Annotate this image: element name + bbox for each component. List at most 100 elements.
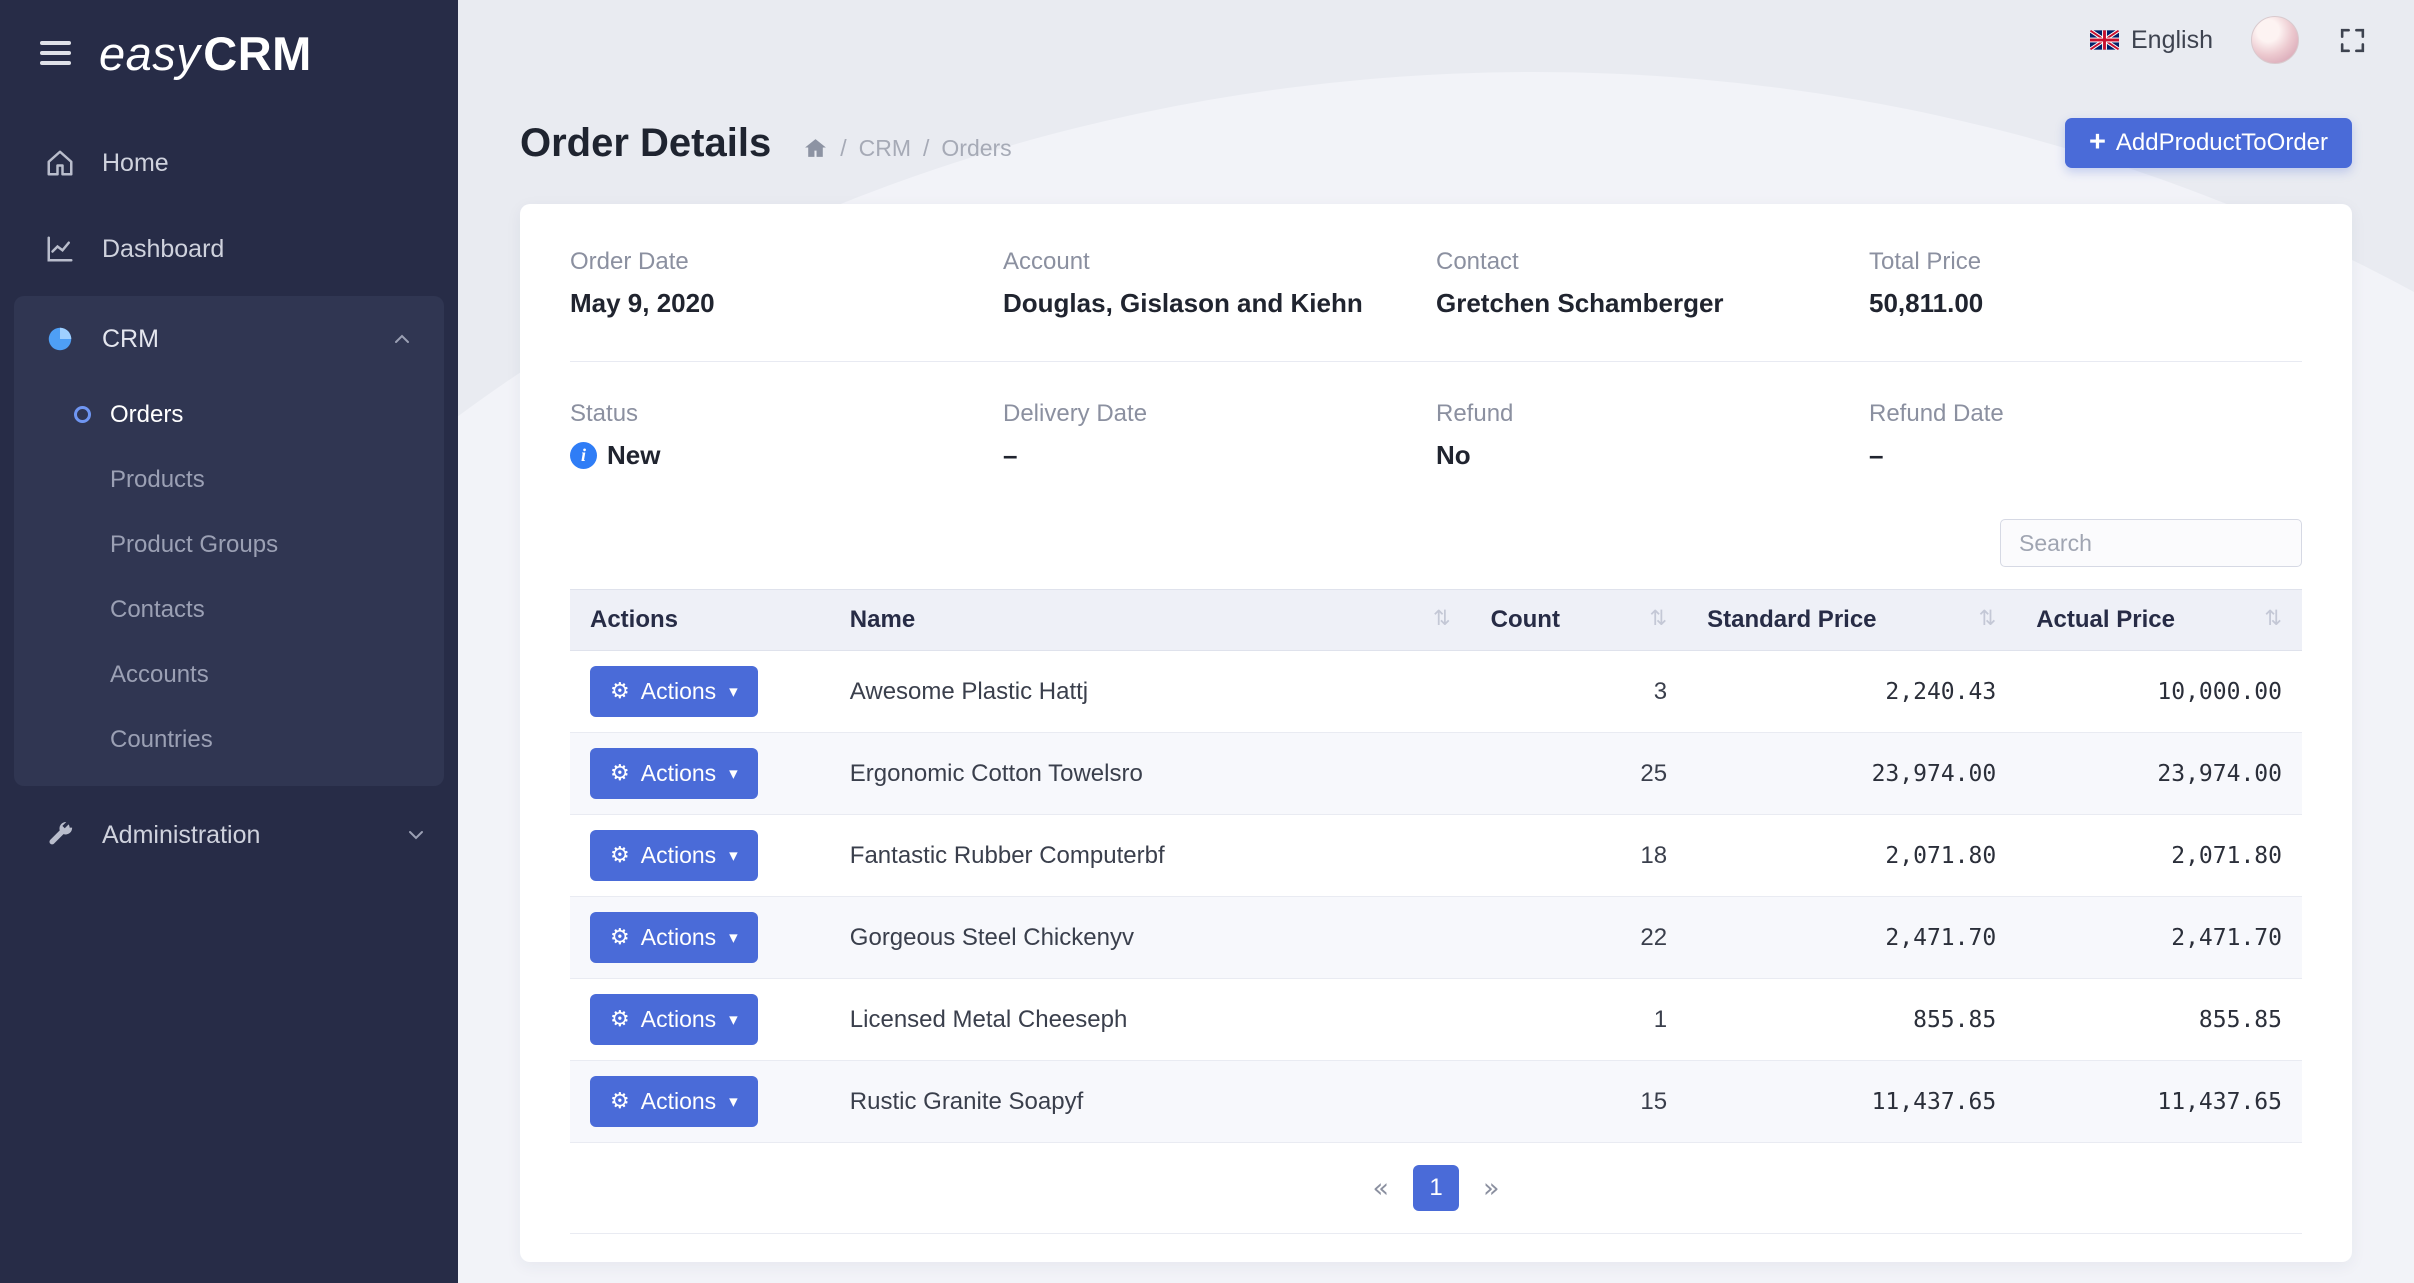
row-actions-button[interactable]: ⚙ Actions ▾ <box>590 912 758 963</box>
pagination-page-1[interactable]: 1 <box>1413 1165 1459 1211</box>
actual-price-cell: 11,437.65 <box>2016 1061 2302 1143</box>
actions-cell: ⚙ Actions ▾ <box>570 897 830 979</box>
actions-cell: ⚙ Actions ▾ <box>570 979 830 1061</box>
add-product-to-order-button[interactable]: + AddProductToOrder <box>2065 118 2352 168</box>
page-content: Order Details / CRM / Orders + AddProduc… <box>458 80 2414 1262</box>
info-icon[interactable]: i <box>570 442 597 469</box>
table-row: ⚙ Actions ▾ Awesome Plastic Hattj 3 2,24… <box>570 651 2302 733</box>
gear-icon: ⚙ <box>610 845 630 867</box>
row-actions-button[interactable]: ⚙ Actions ▾ <box>590 994 758 1045</box>
field-order-date: Order Date May 9, 2020 <box>570 248 1003 319</box>
actions-cell: ⚙ Actions ▾ <box>570 733 830 815</box>
caret-down-icon: ▾ <box>729 928 738 948</box>
plus-icon: + <box>2089 128 2106 157</box>
divider <box>570 361 2302 362</box>
header-name[interactable]: Name⇅ <box>830 590 1471 651</box>
count-cell: 15 <box>1471 1061 1688 1143</box>
count-cell: 25 <box>1471 733 1688 815</box>
header-count[interactable]: Count⇅ <box>1471 590 1688 651</box>
sidebar-item-dashboard[interactable]: Dashboard <box>0 206 458 292</box>
count-cell: 22 <box>1471 897 1688 979</box>
sidebar-item-countries[interactable]: Countries <box>14 707 444 772</box>
row-actions-button[interactable]: ⚙ Actions ▾ <box>590 748 758 799</box>
breadcrumb-orders[interactable]: Orders <box>941 135 1011 162</box>
sidebar-item-administration[interactable]: Administration <box>0 792 458 878</box>
topbar: English <box>458 0 2414 80</box>
row-actions-button[interactable]: ⚙ Actions ▾ <box>590 1076 758 1127</box>
order-info-row-1: Order Date May 9, 2020 Account Douglas, … <box>570 248 2302 319</box>
field-status: Status i New <box>570 400 1003 471</box>
caret-down-icon: ▾ <box>729 682 738 702</box>
gear-icon: ⚙ <box>610 681 630 703</box>
gear-icon: ⚙ <box>610 1091 630 1113</box>
wrench-icon <box>42 820 78 850</box>
product-name-cell: Rustic Granite Soapyf <box>830 1061 1471 1143</box>
count-cell: 1 <box>1471 979 1688 1061</box>
standard-price-cell: 855.85 <box>1687 979 2016 1061</box>
brand-logo[interactable]: easyCRM <box>99 26 312 81</box>
field-total-price: Total Price 50,811.00 <box>1869 248 2302 319</box>
home-icon <box>42 148 78 178</box>
menu-toggle-icon[interactable] <box>40 41 71 65</box>
chevron-down-icon <box>404 823 428 847</box>
language-selector[interactable]: English <box>2090 26 2213 55</box>
field-refund: Refund No <box>1436 400 1869 471</box>
breadcrumb-separator: / <box>840 135 846 162</box>
table-row: ⚙ Actions ▾ Rustic Granite Soapyf 15 11,… <box>570 1061 2302 1143</box>
standard-price-cell: 11,437.65 <box>1687 1061 2016 1143</box>
sidebar-item-accounts[interactable]: Accounts <box>14 642 444 707</box>
actions-cell: ⚙ Actions ▾ <box>570 651 830 733</box>
chevron-up-icon <box>390 327 414 351</box>
sidebar-item-products[interactable]: Products <box>14 447 444 512</box>
field-contact: Contact Gretchen Schamberger <box>1436 248 1869 319</box>
sidebar-item-product-groups[interactable]: Product Groups <box>14 512 444 577</box>
gear-icon: ⚙ <box>610 1009 630 1031</box>
search-input[interactable] <box>2000 519 2302 567</box>
table-body: ⚙ Actions ▾ Awesome Plastic Hattj 3 2,24… <box>570 651 2302 1143</box>
count-cell: 18 <box>1471 815 1688 897</box>
row-actions-button[interactable]: ⚙ Actions ▾ <box>590 830 758 881</box>
main-area: English Order Details / CRM / Orders + A… <box>458 0 2414 1283</box>
pagination: « 1 » <box>570 1143 2302 1234</box>
caret-down-icon: ▾ <box>729 1092 738 1112</box>
breadcrumb-home-icon[interactable] <box>803 136 828 161</box>
field-refund-date: Refund Date – <box>1869 400 2302 471</box>
sidebar-item-crm[interactable]: CRM <box>14 296 444 382</box>
product-name-cell: Licensed Metal Cheeseph <box>830 979 1471 1061</box>
order-details-card: Order Date May 9, 2020 Account Douglas, … <box>520 204 2352 1262</box>
dashboard-icon <box>42 234 78 264</box>
sidebar-item-label: Home <box>102 149 169 178</box>
product-name-cell: Awesome Plastic Hattj <box>830 651 1471 733</box>
row-actions-button[interactable]: ⚙ Actions ▾ <box>590 666 758 717</box>
sort-icon: ⇅ <box>2264 606 2282 630</box>
sidebar-item-orders[interactable]: Orders <box>14 382 444 447</box>
field-delivery-date: Delivery Date – <box>1003 400 1436 471</box>
page-title: Order Details <box>520 121 771 166</box>
sort-icon: ⇅ <box>1979 606 1997 630</box>
avatar[interactable] <box>2251 16 2299 64</box>
breadcrumb-crm[interactable]: CRM <box>859 135 911 162</box>
pagination-prev[interactable]: « <box>1372 1173 1389 1204</box>
table-row: ⚙ Actions ▾ Gorgeous Steel Chickenyv 22 … <box>570 897 2302 979</box>
header-actual-price[interactable]: Actual Price⇅ <box>2016 590 2302 651</box>
actual-price-cell: 10,000.00 <box>2016 651 2302 733</box>
table-row: ⚙ Actions ▾ Fantastic Rubber Computerbf … <box>570 815 2302 897</box>
pagination-next[interactable]: » <box>1483 1173 1500 1204</box>
actual-price-cell: 23,974.00 <box>2016 733 2302 815</box>
caret-down-icon: ▾ <box>729 846 738 866</box>
sidebar-item-label: CRM <box>102 325 159 354</box>
header-standard-price[interactable]: Standard Price⇅ <box>1687 590 2016 651</box>
sidebar-item-label: Administration <box>102 821 260 850</box>
actual-price-cell: 2,071.80 <box>2016 815 2302 897</box>
sidebar: easyCRM Home Dashboard CRM <box>0 0 458 1283</box>
product-name-cell: Ergonomic Cotton Towelsro <box>830 733 1471 815</box>
actions-cell: ⚙ Actions ▾ <box>570 1061 830 1143</box>
sidebar-item-home[interactable]: Home <box>0 120 458 206</box>
fullscreen-button[interactable] <box>2337 25 2368 56</box>
sort-icon: ⇅ <box>1433 606 1451 630</box>
gear-icon: ⚙ <box>610 927 630 949</box>
brand-row: easyCRM <box>0 0 458 106</box>
sidebar-item-contacts[interactable]: Contacts <box>14 577 444 642</box>
table-header-row: Actions Name⇅ Count⇅ Standard Price⇅ Act… <box>570 590 2302 651</box>
actual-price-cell: 2,471.70 <box>2016 897 2302 979</box>
